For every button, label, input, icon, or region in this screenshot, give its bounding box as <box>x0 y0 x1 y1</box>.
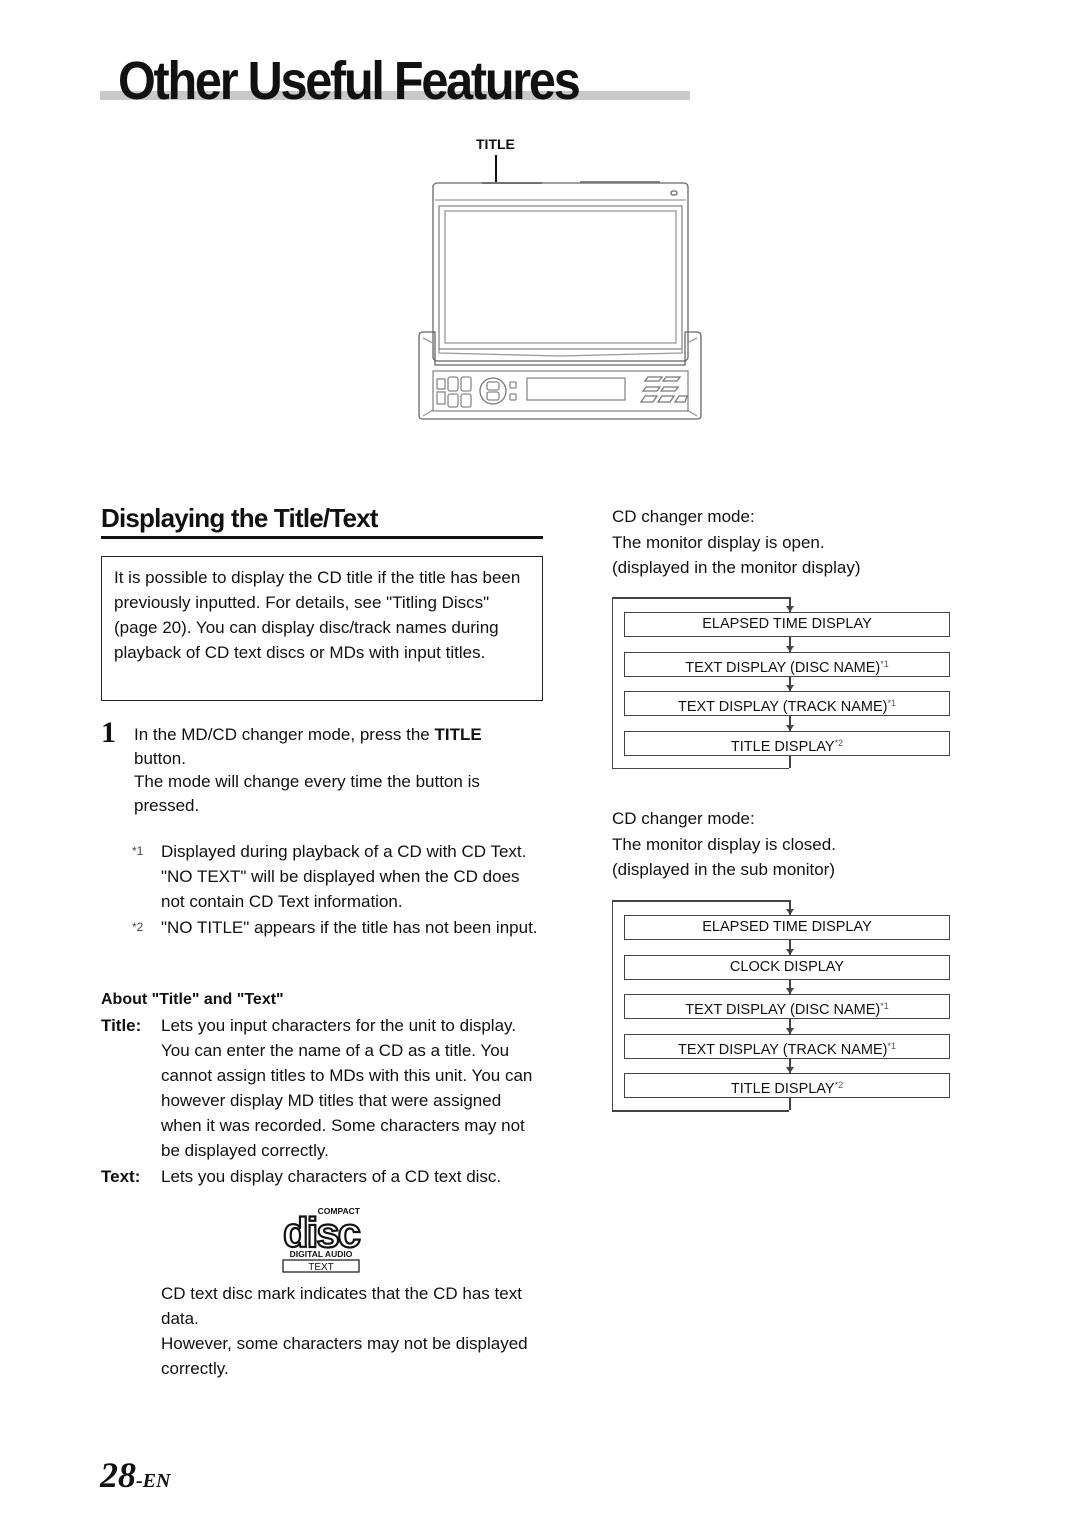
flow-step-label: TEXT DISPLAY (DISC NAME) <box>685 659 881 676</box>
flow-loop-bottom <box>612 1110 789 1112</box>
flow-step-label: ELAPSED TIME DISPLAY <box>702 919 872 935</box>
title-button-name: TITLE <box>434 725 482 744</box>
flow-step-box: ELAPSED TIME DISPLAY <box>624 915 950 940</box>
intro-box: It is possible to display the CD title i… <box>101 556 543 701</box>
definition-description: Lets you input characters for the unit t… <box>161 1016 533 1160</box>
flow-loop-top <box>612 597 789 599</box>
flow-step-note-marker: *1 <box>887 698 896 708</box>
intro-text: It is possible to display the CD title i… <box>114 568 521 662</box>
flow-step-note-marker: *2 <box>834 1080 844 1090</box>
flow-step-label: TITLE DISPLAY <box>730 738 835 755</box>
flow-step-note-marker: *1 <box>880 1001 889 1011</box>
flow-step-label: CLOCK DISPLAY <box>729 958 845 975</box>
mode-description-closed: CD changer mode: The monitor display is … <box>612 806 972 883</box>
mode-desc-line: CD changer mode: <box>612 809 755 828</box>
step-instruction-start: In the MD/CD changer mode, press the <box>134 725 435 744</box>
mode-desc-line: The monitor display is closed. <box>612 834 836 854</box>
cd-text-logo: COMPACT disc DIGITAL AUDIO TEXT <box>282 1206 362 1273</box>
head-unit-illustration <box>418 181 702 420</box>
step-text: In the MD/CD changer mode, press the TIT… <box>134 723 534 817</box>
section-heading: Displaying the Title/Text <box>101 503 378 533</box>
mode-description-open: CD changer mode: The monitor display is … <box>612 504 972 581</box>
flow-step-box: ELAPSED TIME DISPLAY <box>624 612 950 637</box>
step-result: The mode will change every time the butt… <box>134 772 480 815</box>
flow-step-label: TEXT DISPLAY (DISC NAME) <box>685 1002 881 1018</box>
section-rule <box>101 536 543 539</box>
flow-step-box: TITLE DISPLAY*2 <box>624 1073 950 1098</box>
step-instruction-end: button. <box>134 748 186 768</box>
mode-desc-line: The monitor display is open. <box>612 532 825 552</box>
about-heading: About "Title" and "Text" <box>101 991 284 1008</box>
note-text: Displayed during playback of a CD with C… <box>161 842 527 911</box>
flow-diagram-monitor-open: ELAPSED TIME DISPLAY TEXT DISPLAY (DISC N… <box>605 590 960 780</box>
flow-step-box: TEXT DISPLAY (TRACK NAME)*1 <box>624 1033 950 1059</box>
flow-step-label: TEXT DISPLAY (TRACK NAME) <box>677 1041 888 1058</box>
mode-desc-line: (displayed in the monitor display) <box>612 558 861 577</box>
flow-step-label: TEXT DISPLAY (TRACK NAME) <box>677 699 888 715</box>
logo-caption-line: CD text disc mark indicates that the CD … <box>161 1284 522 1328</box>
page-title: Other Useful Features <box>118 51 581 111</box>
flow-step-box: CLOCK DISPLAY <box>624 954 950 980</box>
flow-step-label: ELAPSED TIME DISPLAY <box>702 616 872 632</box>
mode-desc-line: CD changer mode: <box>612 507 755 526</box>
logo-digital-audio: DIGITAL AUDIO <box>290 1249 353 1259</box>
definition-description: Lets you display characters of a CD text… <box>161 1167 502 1186</box>
flow-step-box: TEXT DISPLAY (TRACK NAME)*1 <box>624 691 950 716</box>
flow-diagram-monitor-closed: ELAPSED TIME DISPLAY CLOCK DISPLAY TEXT DI… <box>605 893 960 1123</box>
page-number: 28-EN <box>100 1455 170 1501</box>
flow-step-box: TEXT DISPLAY (DISC NAME)*1 <box>624 994 950 1019</box>
flow-connector <box>789 755 791 768</box>
flow-step-note-marker: *2 <box>834 737 844 748</box>
note-text: "NO TITLE" appears if the title has not … <box>161 918 538 937</box>
definition-term: Title: <box>101 1016 142 1035</box>
title-callout-label: TITLE <box>476 136 515 152</box>
flow-loop-top <box>612 900 789 902</box>
note-marker: *1 <box>132 844 144 858</box>
flow-step-box: TITLE DISPLAY*2 <box>624 730 950 756</box>
mode-desc-line: (displayed in the sub monitor) <box>612 860 836 879</box>
logo-text-label: TEXT <box>308 1262 334 1273</box>
flow-step-box: TEXT DISPLAY (DISC NAME)*1 <box>624 651 950 677</box>
flow-step-note-marker: *1 <box>880 658 889 669</box>
note-marker: *2 <box>132 920 144 934</box>
flow-loop-bottom <box>612 767 789 769</box>
step-number: 1 <box>101 716 116 749</box>
page-number-value: 28 <box>100 1455 136 1495</box>
flow-connector <box>789 1098 791 1110</box>
definition-term: Text: <box>101 1167 141 1186</box>
logo-caption-line: However, some characters may not be disp… <box>161 1334 528 1378</box>
flow-step-label: TITLE DISPLAY <box>730 1081 835 1097</box>
page-number-suffix: -EN <box>136 1470 171 1492</box>
flow-step-note-marker: *1 <box>887 1040 896 1051</box>
logo-caption: CD text disc mark indicates that the CD … <box>161 1281 546 1381</box>
